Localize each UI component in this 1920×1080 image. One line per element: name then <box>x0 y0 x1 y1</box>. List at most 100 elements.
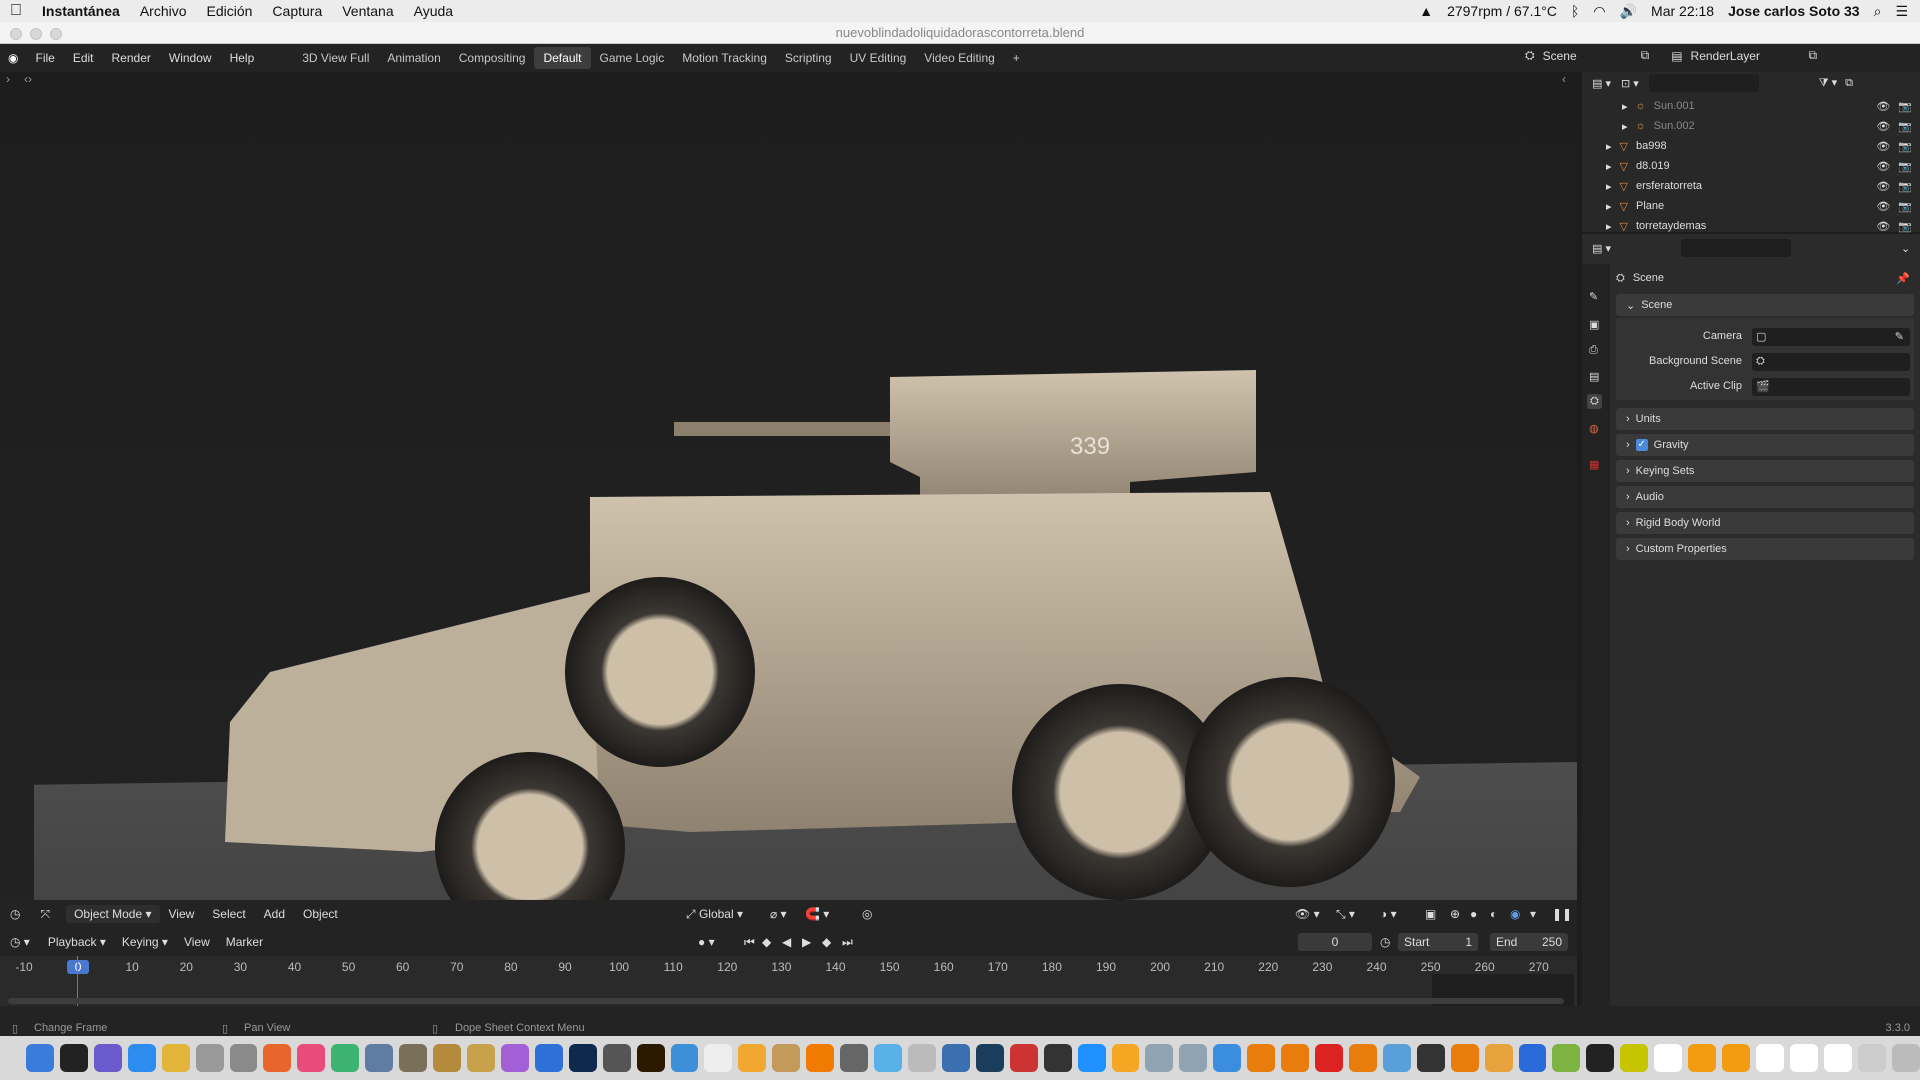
menu-add[interactable]: Add <box>255 907 294 921</box>
menu-file[interactable]: File <box>26 51 63 65</box>
jump-start-icon[interactable]: ⏮ <box>744 935 755 950</box>
tab-animation[interactable]: Animation <box>378 47 449 69</box>
volume-icon[interactable]: 🔊 <box>1620 3 1637 20</box>
hide-in-viewport-icon[interactable]: 👁 <box>1876 140 1890 153</box>
menu-ayuda[interactable]: Ayuda <box>404 3 463 19</box>
filter-view-icon[interactable]: ⊡ ▾ <box>1621 77 1639 90</box>
add-workspace-button[interactable]: + <box>1004 47 1029 69</box>
cpu-monitor[interactable]: 2797rpm / 67.1°C <box>1447 3 1557 19</box>
wireframe-shading-icon[interactable]: ⊕ <box>1450 907 1460 921</box>
play-icon[interactable]: ▶ <box>802 935 811 949</box>
current-frame-field[interactable]: 0 <box>1298 933 1372 951</box>
firefox-icon[interactable] <box>263 1044 292 1072</box>
app-icon[interactable] <box>670 1044 699 1072</box>
tab-video-editing[interactable]: Video Editing <box>915 47 1004 69</box>
panel-custom-properties[interactable]: › Custom Properties <box>1616 538 1914 560</box>
finder-icon[interactable] <box>26 1044 54 1072</box>
outliner-item[interactable]: ▸ ▽ torretaydemas 👁 📷 <box>1582 216 1920 236</box>
apple-icon[interactable]:  <box>0 2 32 20</box>
xray-icon[interactable]: ▣ <box>1425 907 1436 921</box>
visibility-icon[interactable]: 👁 ▾ <box>1295 907 1320 921</box>
disable-render-icon[interactable]: 📷 <box>1898 100 1912 113</box>
render-tab-icon[interactable]: ▣ <box>1589 318 1599 331</box>
minimize-window-button[interactable] <box>30 28 42 40</box>
outliner-item[interactable]: ▸ ▽ ba998 👁 📷 <box>1582 136 1920 156</box>
disclosure-triangle-icon[interactable]: ▸ <box>1622 100 1628 113</box>
play-reverse-icon[interactable]: ◀ <box>782 935 791 949</box>
trash-icon[interactable] <box>1891 1044 1920 1072</box>
tab-3d-view-full[interactable]: 3D View Full <box>293 47 378 69</box>
disclosure-triangle-icon[interactable]: ▸ <box>1606 140 1612 153</box>
siri-icon[interactable] <box>93 1044 122 1072</box>
overlay-icon[interactable]: ◑ ▾ <box>1380 907 1397 921</box>
editor-type-icon[interactable]: ◷ <box>0 907 30 921</box>
status-icon[interactable]: ▲ <box>1419 3 1433 19</box>
armored-car-model[interactable]: 339 <box>0 72 1577 900</box>
outliner-item[interactable]: ▸ ▽ Plane 👁 📷 <box>1582 196 1920 216</box>
tab-default[interactable]: Default <box>534 47 591 69</box>
app-icon[interactable] <box>1382 1044 1411 1072</box>
menu-object[interactable]: Object <box>294 907 347 921</box>
outliner-item[interactable]: ▸ ▽ ersferatorreta 👁 📷 <box>1582 176 1920 196</box>
app-icon[interactable] <box>1077 1044 1106 1072</box>
menu-ventana[interactable]: Ventana <box>332 3 403 19</box>
toolbar-toggle-icon[interactable]: › <box>6 72 10 86</box>
app-icon[interactable] <box>1484 1044 1513 1072</box>
new-view-layer-icon[interactable]: ⧉ <box>1809 48 1818 63</box>
hide-in-viewport-icon[interactable]: 👁 <box>1876 120 1890 133</box>
proportional-edit-icon[interactable]: ◎ <box>862 907 872 921</box>
view-layer-tab-icon[interactable]: ▤ <box>1589 370 1599 383</box>
disable-render-icon[interactable]: 📷 <box>1898 220 1912 233</box>
app-icon[interactable] <box>1145 1044 1174 1072</box>
document-icon[interactable] <box>1789 1044 1818 1072</box>
record-button-icon[interactable]: ● ▾ <box>698 935 715 949</box>
pivot-icon[interactable]: ⌀ ▾ <box>770 907 787 921</box>
jump-end-icon[interactable]: ⏭ <box>842 935 853 950</box>
downloads-icon[interactable] <box>1857 1044 1886 1072</box>
scene-selector[interactable]: Scene <box>1543 49 1633 63</box>
launchpad-icon[interactable] <box>229 1044 258 1072</box>
timeline-scrollbar[interactable] <box>8 998 1564 1004</box>
chrome-icon[interactable] <box>161 1044 190 1072</box>
blender-dock-icon[interactable] <box>1348 1044 1377 1072</box>
hide-in-viewport-icon[interactable]: 👁 <box>1876 100 1890 113</box>
tab-motion-tracking[interactable]: Motion Tracking <box>673 47 776 69</box>
properties-search-input[interactable] <box>1680 239 1791 257</box>
control-center-icon[interactable]: ☰ <box>1895 3 1908 20</box>
gizmo-icon[interactable]: ⤡ ▾ <box>1336 907 1355 922</box>
app-icon[interactable] <box>738 1044 767 1072</box>
3d-viewport[interactable]: 339 › ‹› ‹ <box>0 72 1577 900</box>
disclosure-triangle-icon[interactable]: ▸ <box>1606 220 1612 233</box>
app-icon[interactable] <box>1315 1044 1343 1072</box>
display-mode-icon[interactable]: ▤ ▾ <box>1592 77 1611 90</box>
app-icon[interactable] <box>466 1044 495 1072</box>
app-icon[interactable] <box>1213 1044 1242 1072</box>
pause-render-icon[interactable]: ❚❚ <box>1552 907 1572 921</box>
vlc-icon[interactable] <box>806 1044 835 1072</box>
timeline-ruler[interactable]: -10 0 10 20 30 40 50 60 70 80 90 100 110 120 130 140 150… <box>0 956 1577 1006</box>
menu-window[interactable]: Window <box>160 51 221 65</box>
disable-render-icon[interactable]: 📷 <box>1898 140 1912 153</box>
document-icon[interactable] <box>1688 1044 1717 1072</box>
texture-tab-icon[interactable]: ▦ <box>1589 458 1599 471</box>
app-icon[interactable] <box>772 1044 801 1072</box>
tool-tab-icon[interactable]: ✎ <box>1589 290 1598 303</box>
app-icon[interactable] <box>602 1044 631 1072</box>
terminal-icon[interactable] <box>59 1044 88 1072</box>
scene-tab-icon[interactable]: ⛭ <box>1587 394 1602 409</box>
app-icon[interactable] <box>1043 1044 1072 1072</box>
photoshop-icon[interactable] <box>568 1044 597 1072</box>
menu-select[interactable]: Select <box>203 907 254 921</box>
hide-in-viewport-icon[interactable]: 👁 <box>1876 160 1890 173</box>
menu-help[interactable]: Help <box>221 51 264 65</box>
menu-view[interactable]: View <box>176 935 218 949</box>
hide-in-viewport-icon[interactable]: 👁 <box>1876 200 1890 213</box>
app-icon[interactable] <box>704 1044 733 1072</box>
disable-render-icon[interactable]: 📷 <box>1898 160 1912 173</box>
active-clip-field[interactable]: 🎬 <box>1752 378 1910 396</box>
world-tab-icon[interactable]: ◍ <box>1589 422 1599 435</box>
android-icon[interactable] <box>1552 1044 1581 1072</box>
app-icon[interactable] <box>1009 1044 1038 1072</box>
app-icon[interactable] <box>907 1044 936 1072</box>
disable-render-icon[interactable]: 📷 <box>1898 120 1912 133</box>
